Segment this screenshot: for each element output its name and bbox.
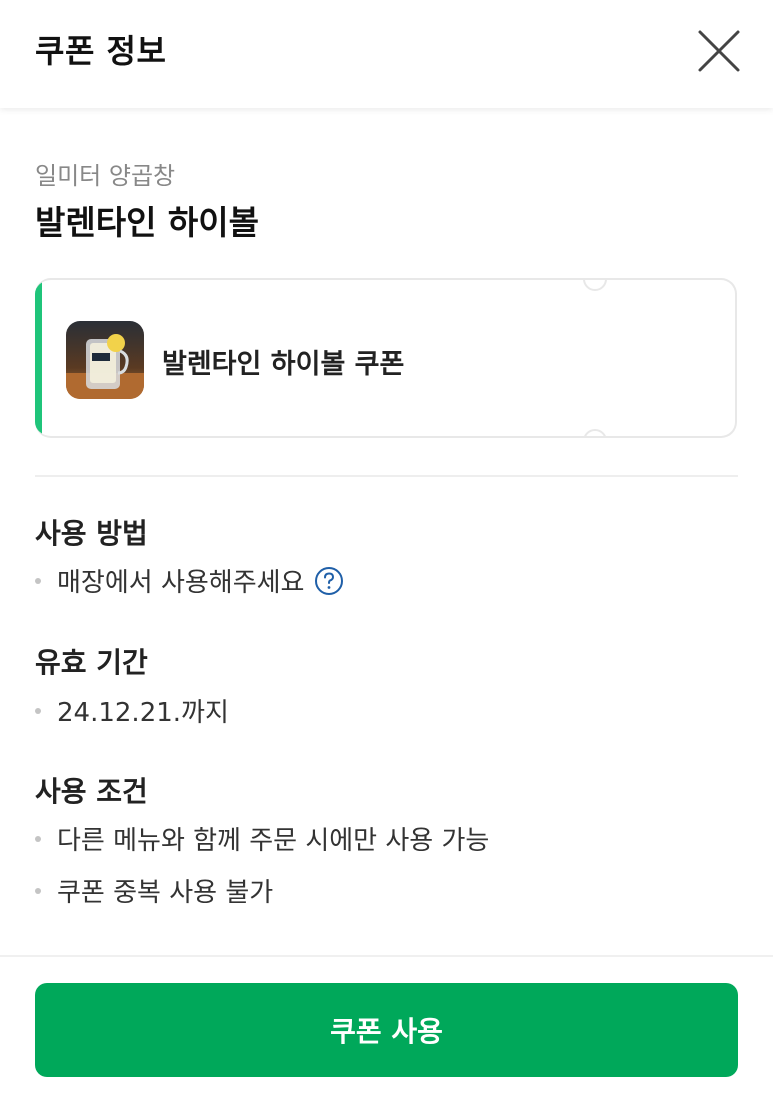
- validity-title: 유효 기간: [35, 646, 148, 679]
- page-title: 쿠폰 정보: [35, 32, 167, 70]
- coupon-notch-top: [583, 280, 607, 291]
- condition-text: 쿠폰 중복 사용 불가: [57, 878, 274, 908]
- section-divider: [35, 475, 738, 477]
- use-coupon-button[interactable]: 쿠폰 사용: [35, 983, 738, 1077]
- help-button[interactable]: [314, 566, 344, 596]
- conditions-title: 사용 조건: [35, 775, 148, 808]
- validity-text: 24.12.21.까지: [57, 698, 229, 728]
- header: 쿠폰 정보: [0, 0, 773, 108]
- list-item: 매장에서 사용해주세요: [35, 562, 344, 599]
- product-title: 발렌타인 하이볼: [35, 203, 260, 242]
- usage-method-title: 사용 방법: [35, 517, 148, 550]
- question-circle-icon: [315, 566, 344, 595]
- condition-text: 다른 메뉴와 함께 주문 시에만 사용 가능: [57, 826, 490, 856]
- bullet-icon: [35, 887, 41, 894]
- bullet-icon: [35, 707, 41, 714]
- list-item: 24.12.21.까지: [35, 692, 229, 729]
- bullet-icon: [35, 577, 41, 584]
- list-item: 다른 메뉴와 함께 주문 시에만 사용 가능: [35, 820, 489, 857]
- coupon-thumbnail: [66, 321, 144, 399]
- store-name: 일미터 양곱창: [35, 162, 176, 190]
- close-button[interactable]: [694, 26, 744, 76]
- coupon-card[interactable]: 발렌타인 하이볼 쿠폰: [35, 278, 737, 438]
- coupon-notch-bottom: [583, 429, 607, 436]
- bullet-icon: [35, 835, 41, 842]
- usage-method-text: 매장에서 사용해주세요: [57, 568, 305, 598]
- coupon-name: 발렌타인 하이볼 쿠폰: [162, 349, 405, 380]
- list-item: 쿠폰 중복 사용 불가: [35, 872, 273, 909]
- close-icon: [698, 30, 740, 72]
- coupon-accent-bar: [35, 280, 42, 436]
